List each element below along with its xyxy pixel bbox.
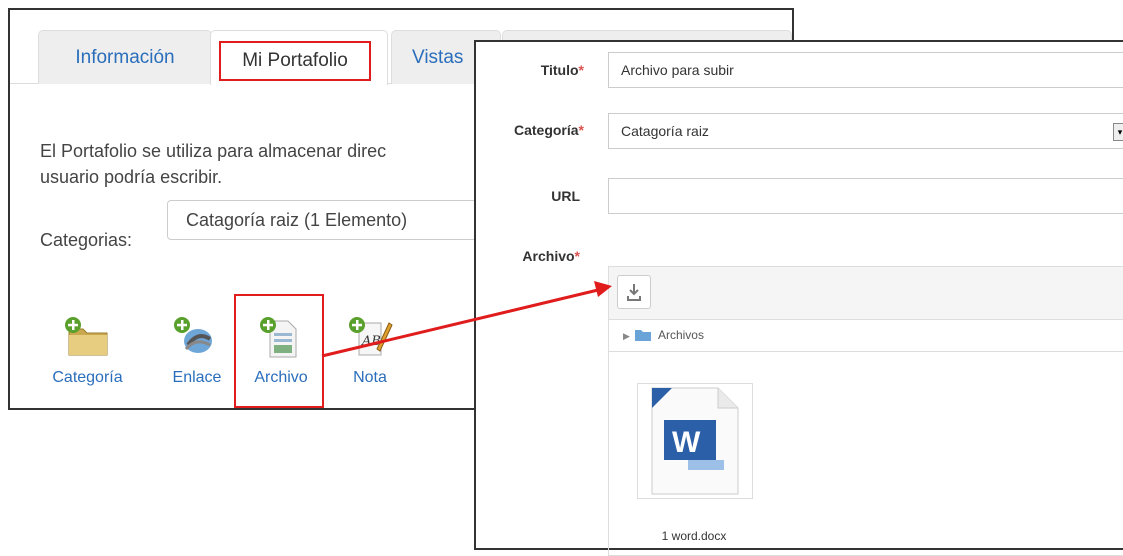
arrow-annotation — [321, 281, 612, 358]
